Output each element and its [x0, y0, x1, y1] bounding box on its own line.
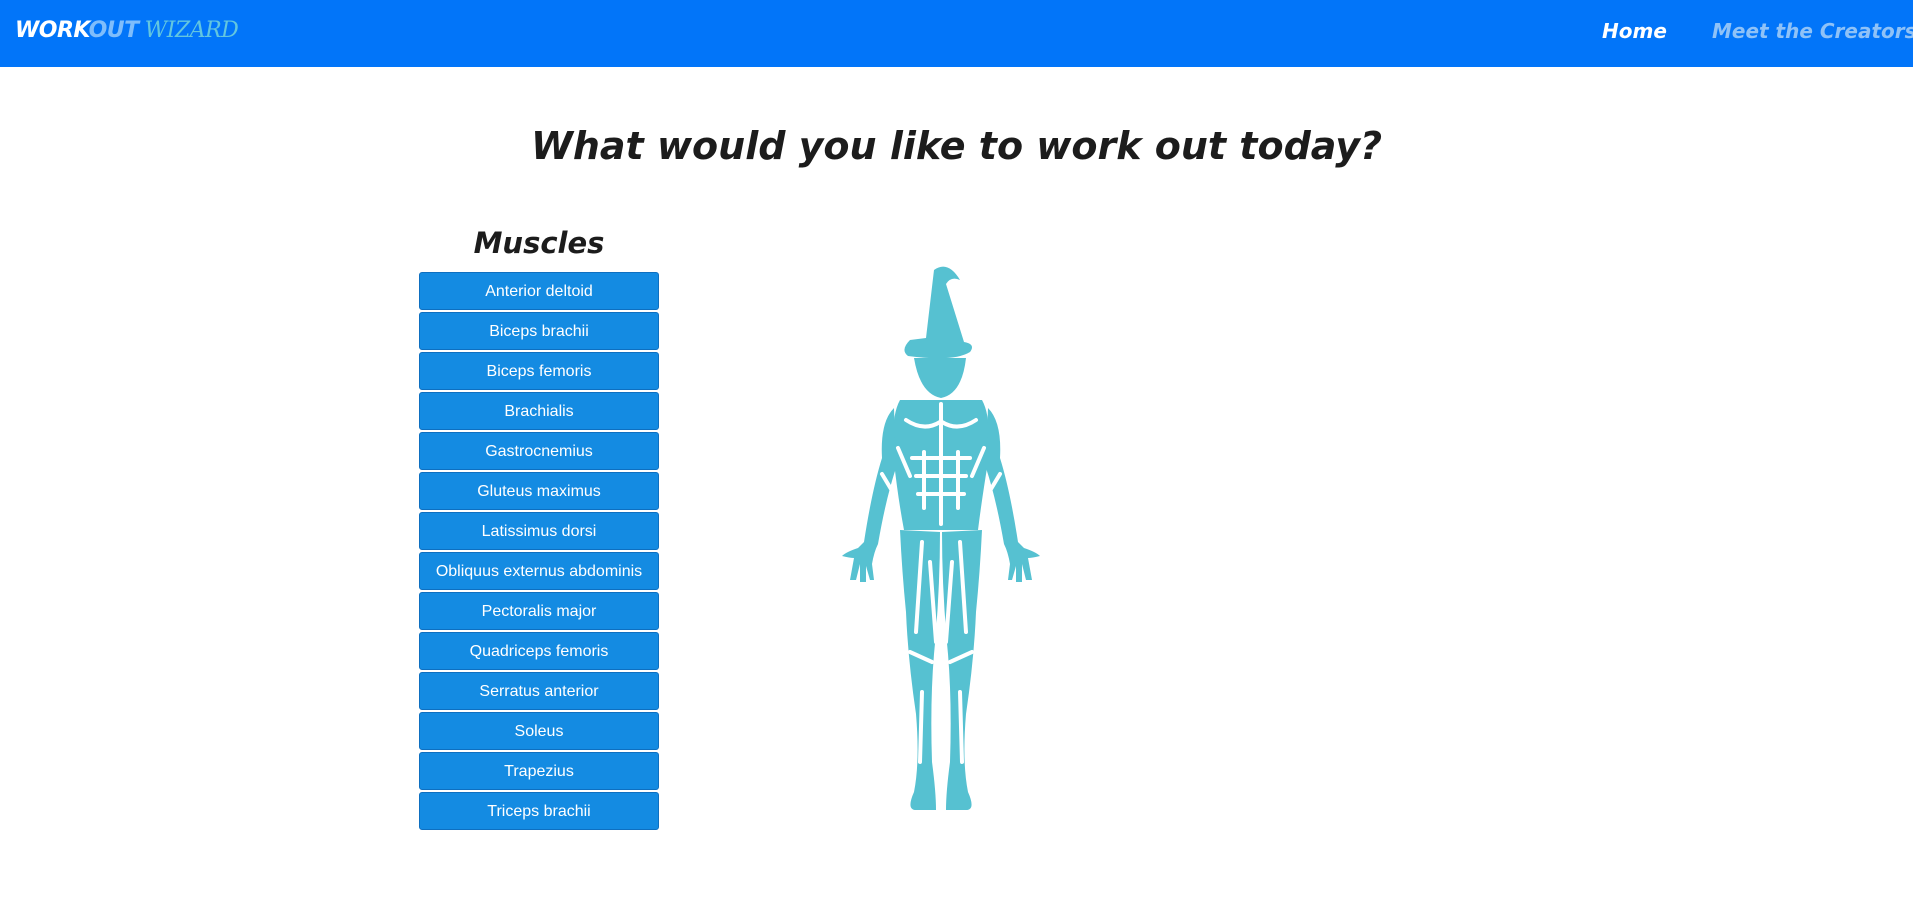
brand-wizard: WIZARD [144, 18, 239, 43]
muscle-list: Anterior deltoid Biceps brachii Biceps f… [419, 272, 659, 832]
muscle-button-biceps-femoris[interactable]: Biceps femoris [419, 352, 659, 390]
muscle-button-triceps-brachii[interactable]: Triceps brachii [419, 792, 659, 830]
muscle-button-gastrocnemius[interactable]: Gastrocnemius [419, 432, 659, 470]
muscle-button-latissimus-dorsi[interactable]: Latissimus dorsi [419, 512, 659, 550]
muscle-button-soleus[interactable]: Soleus [419, 712, 659, 750]
muscle-button-pectoralis-major[interactable]: Pectoralis major [419, 592, 659, 630]
brand-work: WORK [15, 18, 89, 43]
page-title: What would you like to work out today? [530, 124, 1383, 168]
muscles-heading: Muscles [473, 226, 605, 260]
muscle-button-gluteus-maximus[interactable]: Gluteus maximus [419, 472, 659, 510]
muscle-button-anterior-deltoid[interactable]: Anterior deltoid [419, 272, 659, 310]
nav-creators-link[interactable]: Meet the Creators [1712, 19, 1913, 43]
muscle-button-quadriceps-femoris[interactable]: Quadriceps femoris [419, 632, 659, 670]
nav-home-link[interactable]: Home [1602, 19, 1667, 43]
muscle-button-biceps-brachii[interactable]: Biceps brachii [419, 312, 659, 350]
muscle-button-trapezius[interactable]: Trapezius [419, 752, 659, 790]
brand-out: OUT [88, 18, 140, 43]
brand-logo[interactable]: WORKOUT WIZARD [15, 18, 239, 43]
muscle-button-serratus-anterior[interactable]: Serratus anterior [419, 672, 659, 710]
navbar: WORKOUT WIZARD Home Meet the Creators [0, 0, 1913, 67]
muscle-button-obliquus-externus-abdominis[interactable]: Obliquus externus abdominis [419, 552, 659, 590]
wizard-anatomy-figure-icon [836, 262, 1051, 815]
muscle-button-brachialis[interactable]: Brachialis [419, 392, 659, 430]
